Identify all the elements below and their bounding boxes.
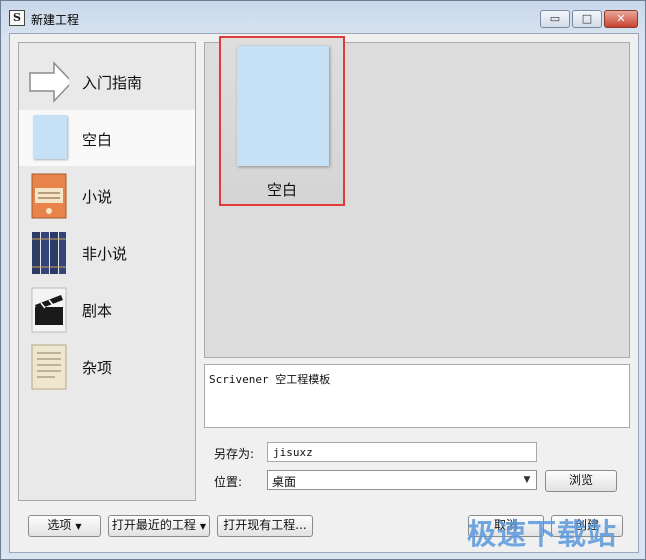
sidebar-item-label: 小说 bbox=[82, 188, 113, 206]
novel-book-icon bbox=[31, 173, 67, 219]
window-title: 新建工程 bbox=[31, 13, 80, 27]
sidebar-item-blank[interactable]: 空白 bbox=[19, 110, 195, 166]
clapperboard-icon bbox=[31, 287, 67, 333]
title-bar[interactable]: S 新建工程 ▭ □ ✕ bbox=[1, 1, 645, 35]
sidebar-item-label: 杂项 bbox=[82, 359, 113, 377]
sidebar-item-label: 非小说 bbox=[82, 245, 128, 263]
sidebar-item-nonfiction[interactable]: 非小说 bbox=[19, 224, 195, 280]
watermark: 极速下载站 bbox=[467, 517, 618, 551]
open-recent-button[interactable]: 打开最近的工程 ▼ bbox=[108, 515, 210, 537]
location-value: 桌面 bbox=[272, 475, 297, 489]
location-dropdown[interactable]: 桌面 ▼ bbox=[267, 470, 537, 490]
sidebar-item-label: 空白 bbox=[82, 131, 113, 149]
options-label: 选项 bbox=[47, 518, 72, 532]
template-description: Scrivener 空工程模板 bbox=[204, 364, 630, 428]
sidebar-item-misc[interactable]: 杂项 bbox=[19, 338, 195, 394]
template-card-blank[interactable]: 空白 bbox=[219, 36, 345, 206]
paper-icon bbox=[31, 344, 67, 390]
new-project-window: S 新建工程 ▭ □ ✕ 入门指南 空白 小说 非小说 剧本 杂项 空白 Scr… bbox=[0, 0, 646, 560]
bookshelf-icon bbox=[32, 232, 66, 274]
sidebar-item-novel[interactable]: 小说 bbox=[19, 167, 195, 223]
open-existing-button[interactable]: 打开现有工程... bbox=[217, 515, 313, 537]
options-button[interactable]: 选项 ▼ bbox=[28, 515, 101, 537]
chevron-down-icon: ▼ bbox=[523, 475, 531, 485]
minimize-button[interactable]: ▭ bbox=[540, 10, 570, 28]
template-grid: 空白 bbox=[204, 36, 630, 358]
description-text: Scrivener 空工程模板 bbox=[209, 373, 331, 386]
location-label: 位置: bbox=[214, 475, 243, 489]
sidebar-item-getting-started[interactable]: 入门指南 bbox=[19, 53, 195, 109]
arrow-icon bbox=[29, 61, 69, 103]
chevron-down-icon: ▼ bbox=[75, 522, 82, 531]
dialog-body: 入门指南 空白 小说 非小说 剧本 杂项 空白 Scrivener 空工程模板 … bbox=[9, 33, 639, 553]
sidebar-item-label: 剧本 bbox=[82, 302, 113, 320]
template-label: 空白 bbox=[266, 181, 297, 199]
scrivener-app-icon: S bbox=[9, 10, 25, 26]
save-as-label: 另存为: bbox=[214, 447, 255, 461]
close-button[interactable]: ✕ bbox=[604, 10, 638, 28]
sidebar-item-label: 入门指南 bbox=[82, 74, 143, 92]
browse-button[interactable]: 浏览 bbox=[545, 470, 617, 492]
chevron-down-icon: ▼ bbox=[199, 522, 207, 531]
sidebar-item-screenplay[interactable]: 剧本 bbox=[19, 281, 195, 337]
open-recent-label: 打开最近的工程 bbox=[111, 518, 196, 532]
template-category-list: 入门指南 空白 小说 非小说 剧本 杂项 bbox=[18, 42, 196, 501]
maximize-button[interactable]: □ bbox=[572, 10, 602, 28]
blank-template-thumbnail bbox=[237, 46, 329, 166]
blank-page-icon bbox=[33, 115, 67, 159]
save-as-input[interactable]: jisuxz bbox=[267, 442, 537, 462]
